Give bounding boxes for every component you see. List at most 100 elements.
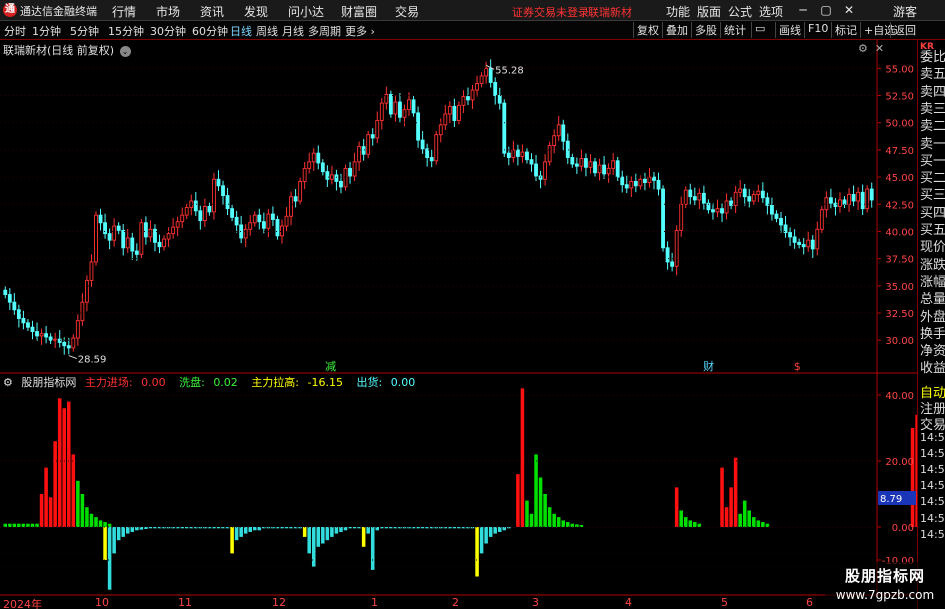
menu-caifuquan[interactable]: 财富圈 xyxy=(341,3,377,20)
current-value-text: 8.79 xyxy=(880,494,902,505)
menu-jiaoyi[interactable]: 交易 xyxy=(395,3,419,20)
menu-hangqing[interactable]: 行情 xyxy=(112,3,136,20)
event-marker: 财 xyxy=(703,359,714,373)
menu-zixun[interactable]: 资讯 xyxy=(200,3,224,20)
candle-body xyxy=(112,225,117,241)
candle-body xyxy=(747,196,752,202)
price-tick-label: 50.00 xyxy=(885,119,914,130)
sys-menu-gongneng[interactable]: 功能 xyxy=(666,3,690,20)
candle-body xyxy=(833,202,838,207)
candle-body xyxy=(230,208,235,218)
tool-biaoji[interactable]: 标记 xyxy=(831,22,857,38)
tool-fuquan[interactable]: 复权 xyxy=(633,22,659,38)
chart-area[interactable]: 55.00 52.50 50.00 47.50 45.00 42.50 40.00 37.50… xyxy=(0,40,917,596)
tool-tongji[interactable]: 统计 xyxy=(720,22,746,38)
candle-body xyxy=(3,289,8,296)
indicator-bar xyxy=(384,527,389,529)
quote-field: 收益 xyxy=(920,361,945,377)
indicator-bar xyxy=(566,522,570,527)
event-marker: 减 xyxy=(325,360,336,373)
indicator-bar xyxy=(325,527,330,541)
period-1min[interactable]: 1分钟 xyxy=(32,23,61,39)
period-monthly[interactable]: 月线 xyxy=(282,23,304,39)
indicator-bar xyxy=(398,527,402,529)
tool-f10[interactable]: F10 xyxy=(804,22,828,38)
indicator-title: ⚙ 股朋指标网 主力进场: 0.00 洗盘: 0.02 主力拉高: -16.15… xyxy=(3,374,425,390)
indicator-settings-icon[interactable]: ⚙ xyxy=(3,376,13,389)
indicator-bar xyxy=(516,474,520,527)
menu-faxian[interactable]: 发现 xyxy=(244,3,268,20)
candle-body xyxy=(148,228,153,238)
candle-body xyxy=(352,161,357,177)
period-60min[interactable]: 60分钟 xyxy=(192,23,228,39)
period-more-label: 更多 xyxy=(345,25,367,38)
indicator-bar xyxy=(761,522,765,527)
period-15min[interactable]: 15分钟 xyxy=(108,23,144,39)
candle-body xyxy=(35,331,39,337)
period-30min[interactable]: 30分钟 xyxy=(150,23,186,39)
tool-huaxian-icon[interactable]: ▭ xyxy=(751,22,765,38)
candle-body xyxy=(30,326,35,332)
menu-wenxiaoda[interactable]: 问小达 xyxy=(288,3,324,20)
candle-body xyxy=(720,208,724,214)
candle-body xyxy=(193,200,198,212)
candle-body xyxy=(584,158,588,168)
quote-field: 涨幅 xyxy=(920,274,945,290)
candle-body xyxy=(284,215,289,227)
sys-menu-gongshi[interactable]: 公式 xyxy=(728,3,752,20)
candle-body xyxy=(198,210,203,222)
candle-body xyxy=(116,225,121,231)
period-daily[interactable]: 日线 xyxy=(230,23,252,39)
candle-body xyxy=(221,185,225,197)
period-fenshi[interactable]: 分时 xyxy=(4,23,26,39)
candle-body xyxy=(615,160,620,178)
sys-menu-banmian[interactable]: 版面 xyxy=(697,3,721,20)
period-more[interactable]: 更多 › xyxy=(345,23,375,39)
guest-user[interactable]: 游客 xyxy=(893,3,917,20)
candle-body xyxy=(293,196,298,202)
candle-body xyxy=(828,197,833,204)
candle-body xyxy=(143,222,148,238)
candle-body xyxy=(556,124,561,137)
candle-body xyxy=(552,135,557,146)
tool-huaxian[interactable]: 画线 xyxy=(775,22,801,38)
candle-body xyxy=(157,241,162,248)
indicator-bar xyxy=(742,500,747,527)
indicator-value-main: 主力进场: 0.00 xyxy=(85,376,171,389)
settings-icon[interactable]: ⚙ xyxy=(858,42,868,55)
price-tick-label: 45.00 xyxy=(885,173,914,184)
quote-field: 14:56 xyxy=(920,463,945,476)
close-icon[interactable]: ✕ xyxy=(842,3,856,17)
quote-field: 总量 xyxy=(920,292,945,308)
period-weekly[interactable]: 周线 xyxy=(256,23,278,39)
menu-shichang[interactable]: 市场 xyxy=(156,3,180,20)
minimize-icon[interactable]: ─ xyxy=(796,3,810,17)
candle-body xyxy=(316,152,321,164)
period-5min[interactable]: 5分钟 xyxy=(70,23,99,39)
chart-options-icon[interactable]: ⌄ xyxy=(119,46,131,57)
indicator-bar xyxy=(729,487,733,527)
indicator-bar xyxy=(679,510,683,527)
candle-body xyxy=(130,237,135,252)
candle-body xyxy=(570,157,575,165)
candle-body xyxy=(234,216,239,226)
sys-menu-xuanxiang[interactable]: 选项 xyxy=(759,3,783,20)
login-status-link[interactable]: 证券交易未登录 xyxy=(512,4,589,20)
tool-back[interactable]: 返回 xyxy=(890,22,916,38)
tool-duogu[interactable]: 多股 xyxy=(691,22,717,38)
restore-icon[interactable]: ▢ xyxy=(819,3,833,17)
tool-diejia[interactable]: 叠加 xyxy=(662,22,688,38)
candle-body xyxy=(438,124,443,136)
quote-field: 买三 xyxy=(920,188,945,204)
candle-body xyxy=(298,180,303,202)
period-multi[interactable]: 多周期 xyxy=(308,23,341,39)
close-icon[interactable]: ✕ xyxy=(875,42,884,55)
chevron-right-icon: › xyxy=(370,25,375,38)
candle-body xyxy=(162,238,166,248)
candle-body xyxy=(502,102,507,154)
candle-body xyxy=(511,149,516,158)
indicator-bar xyxy=(62,408,67,527)
indicator-bar xyxy=(321,527,325,544)
indicator-bar xyxy=(67,401,71,527)
candle-body xyxy=(547,145,552,163)
